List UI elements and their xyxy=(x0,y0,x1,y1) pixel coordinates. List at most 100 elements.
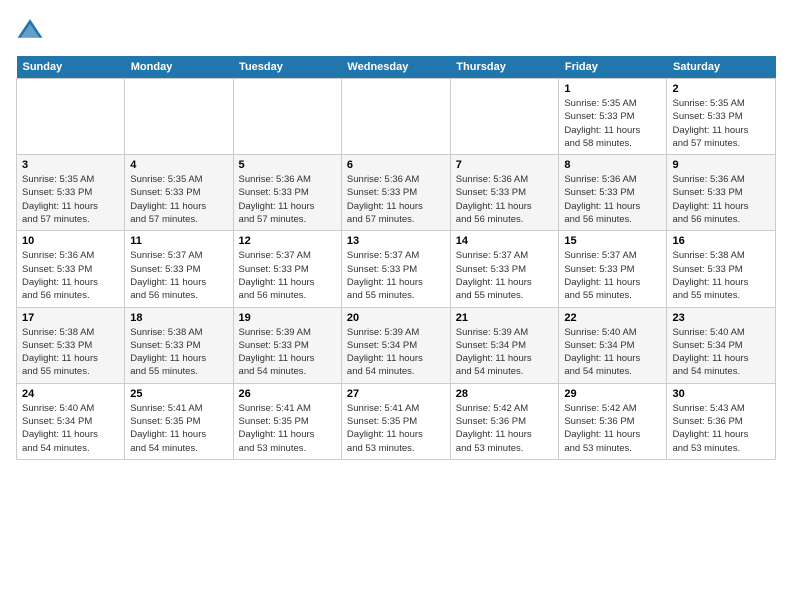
day-info: Sunrise: 5:37 AM Sunset: 5:33 PM Dayligh… xyxy=(347,249,445,302)
calendar-cell: 26 Sunrise: 5:41 AM Sunset: 5:35 PM Dayli… xyxy=(233,383,341,459)
calendar-cell: 2 Sunrise: 5:35 AM Sunset: 5:33 PM Daylig… xyxy=(667,79,776,155)
calendar-cell: 5 Sunrise: 5:36 AM Sunset: 5:33 PM Daylig… xyxy=(233,155,341,231)
calendar-week-row: 24Sunrise: 5:40 AM Sunset: 5:34 PM Dayli… xyxy=(17,383,776,459)
day-info: Sunrise: 5:37 AM Sunset: 5:33 PM Dayligh… xyxy=(130,249,227,302)
weekday-header-row: SundayMondayTuesdayWednesdayThursdayFrid… xyxy=(17,56,776,79)
calendar-cell xyxy=(341,79,450,155)
calendar-cell: 25 Sunrise: 5:41 AM Sunset: 5:35 PM Dayli… xyxy=(125,383,233,459)
calendar-cell: 8 Sunrise: 5:36 AM Sunset: 5:33 PM Daylig… xyxy=(559,155,667,231)
day-number: 7 xyxy=(456,159,554,171)
calendar-cell: 3 Sunrise: 5:35 AM Sunset: 5:33 PM Daylig… xyxy=(17,155,125,231)
day-number: 22 xyxy=(564,312,661,324)
day-number: 17 xyxy=(22,312,119,324)
day-number: 19 xyxy=(239,312,336,324)
weekday-header-tuesday: Tuesday xyxy=(233,56,341,79)
calendar-week-row: 17 Sunrise: 5:38 AM Sunset: 5:33 PM Dayli… xyxy=(17,307,776,383)
day-info: Sunrise: 5:39 AM Sunset: 5:33 PM Dayligh… xyxy=(239,326,336,379)
day-info: Sunrise: 5:41 AM Sunset: 5:35 PM Dayligh… xyxy=(239,402,336,455)
calendar-cell: 19 Sunrise: 5:39 AM Sunset: 5:33 PM Dayli… xyxy=(233,307,341,383)
weekday-header-saturday: Saturday xyxy=(667,56,776,79)
calendar-cell: 4 Sunrise: 5:35 AM Sunset: 5:33 PM Daylig… xyxy=(125,155,233,231)
day-info: Sunrise: 5:37 AM Sunset: 5:33 PM Dayligh… xyxy=(456,249,554,302)
day-number: 3 xyxy=(22,159,119,171)
day-info: Sunrise: 5:35 AM Sunset: 5:33 PM Dayligh… xyxy=(130,173,227,226)
calendar-cell: 17 Sunrise: 5:38 AM Sunset: 5:33 PM Dayli… xyxy=(17,307,125,383)
day-info: Sunrise: 5:39 AM Sunset: 5:34 PM Dayligh… xyxy=(456,326,554,379)
day-number: 10 xyxy=(22,235,119,247)
day-info: Sunrise: 5:39 AM Sunset: 5:34 PM Dayligh… xyxy=(347,326,445,379)
day-info: Sunrise: 5:37 AM Sunset: 5:33 PM Dayligh… xyxy=(564,249,661,302)
calendar-cell: 29 Sunrise: 5:42 AM Sunset: 5:36 PM Dayli… xyxy=(559,383,667,459)
calendar-cell: 30 Sunrise: 5:43 AM Sunset: 5:36 PM Dayli… xyxy=(667,383,776,459)
day-info: Sunrise: 5:36 AM Sunset: 5:33 PM Dayligh… xyxy=(239,173,336,226)
day-number: 21 xyxy=(456,312,554,324)
calendar-cell xyxy=(233,79,341,155)
day-info: Sunrise: 5:38 AM Sunset: 5:33 PM Dayligh… xyxy=(672,249,770,302)
day-info: Sunrise: 5:40 AM Sunset: 5:34 PM Dayligh… xyxy=(22,402,119,455)
day-number: 12 xyxy=(239,235,336,247)
day-info: Sunrise: 5:36 AM Sunset: 5:33 PM Dayligh… xyxy=(347,173,445,226)
calendar-cell: 1 Sunrise: 5:35 AM Sunset: 5:33 PM Daylig… xyxy=(559,79,667,155)
calendar-cell: 20 Sunrise: 5:39 AM Sunset: 5:34 PM Dayli… xyxy=(341,307,450,383)
calendar-cell: 18 Sunrise: 5:38 AM Sunset: 5:33 PM Dayli… xyxy=(125,307,233,383)
weekday-header-sunday: Sunday xyxy=(17,56,125,79)
calendar-cell: 24Sunrise: 5:40 AM Sunset: 5:34 PM Dayli… xyxy=(17,383,125,459)
calendar-cell: 9Sunrise: 5:36 AM Sunset: 5:33 PM Daylig… xyxy=(667,155,776,231)
day-number: 23 xyxy=(672,312,770,324)
day-info: Sunrise: 5:36 AM Sunset: 5:33 PM Dayligh… xyxy=(456,173,554,226)
day-number: 4 xyxy=(130,159,227,171)
weekday-header-monday: Monday xyxy=(125,56,233,79)
calendar-week-row: 10 Sunrise: 5:36 AM Sunset: 5:33 PM Dayli… xyxy=(17,231,776,307)
calendar-cell xyxy=(450,79,559,155)
day-number: 2 xyxy=(672,83,770,95)
day-info: Sunrise: 5:40 AM Sunset: 5:34 PM Dayligh… xyxy=(564,326,661,379)
calendar-cell: 15 Sunrise: 5:37 AM Sunset: 5:33 PM Dayli… xyxy=(559,231,667,307)
calendar-cell: 14 Sunrise: 5:37 AM Sunset: 5:33 PM Dayli… xyxy=(450,231,559,307)
day-number: 27 xyxy=(347,388,445,400)
calendar-week-row: 3 Sunrise: 5:35 AM Sunset: 5:33 PM Daylig… xyxy=(17,155,776,231)
day-number: 26 xyxy=(239,388,336,400)
day-info: Sunrise: 5:38 AM Sunset: 5:33 PM Dayligh… xyxy=(130,326,227,379)
calendar-table: SundayMondayTuesdayWednesdayThursdayFrid… xyxy=(16,56,776,460)
day-number: 13 xyxy=(347,235,445,247)
day-info: Sunrise: 5:42 AM Sunset: 5:36 PM Dayligh… xyxy=(456,402,554,455)
day-info: Sunrise: 5:43 AM Sunset: 5:36 PM Dayligh… xyxy=(672,402,770,455)
day-number: 29 xyxy=(564,388,661,400)
calendar-cell: 21 Sunrise: 5:39 AM Sunset: 5:34 PM Dayli… xyxy=(450,307,559,383)
day-info: Sunrise: 5:36 AM Sunset: 5:33 PM Dayligh… xyxy=(564,173,661,226)
day-info: Sunrise: 5:41 AM Sunset: 5:35 PM Dayligh… xyxy=(130,402,227,455)
day-info: Sunrise: 5:36 AM Sunset: 5:33 PM Dayligh… xyxy=(22,249,119,302)
day-info: Sunrise: 5:40 AM Sunset: 5:34 PM Dayligh… xyxy=(672,326,770,379)
day-number: 8 xyxy=(564,159,661,171)
day-number: 25 xyxy=(130,388,227,400)
calendar-cell: 12 Sunrise: 5:37 AM Sunset: 5:33 PM Dayli… xyxy=(233,231,341,307)
day-info: Sunrise: 5:41 AM Sunset: 5:35 PM Dayligh… xyxy=(347,402,445,455)
day-info: Sunrise: 5:36 AM Sunset: 5:33 PM Dayligh… xyxy=(672,173,770,226)
calendar-cell xyxy=(17,79,125,155)
calendar-cell: 7 Sunrise: 5:36 AM Sunset: 5:33 PM Daylig… xyxy=(450,155,559,231)
page-header xyxy=(16,16,776,44)
calendar-cell: 27 Sunrise: 5:41 AM Sunset: 5:35 PM Dayli… xyxy=(341,383,450,459)
calendar-cell: 28 Sunrise: 5:42 AM Sunset: 5:36 PM Dayli… xyxy=(450,383,559,459)
day-number: 5 xyxy=(239,159,336,171)
weekday-header-wednesday: Wednesday xyxy=(341,56,450,79)
day-number: 16 xyxy=(672,235,770,247)
calendar-cell: 16 Sunrise: 5:38 AM Sunset: 5:33 PM Dayli… xyxy=(667,231,776,307)
day-number: 15 xyxy=(564,235,661,247)
day-number: 30 xyxy=(672,388,770,400)
day-info: Sunrise: 5:37 AM Sunset: 5:33 PM Dayligh… xyxy=(239,249,336,302)
day-info: Sunrise: 5:38 AM Sunset: 5:33 PM Dayligh… xyxy=(22,326,119,379)
calendar-cell xyxy=(125,79,233,155)
day-number: 14 xyxy=(456,235,554,247)
day-number: 1 xyxy=(564,83,661,95)
day-info: Sunrise: 5:35 AM Sunset: 5:33 PM Dayligh… xyxy=(672,97,770,150)
day-number: 18 xyxy=(130,312,227,324)
day-info: Sunrise: 5:35 AM Sunset: 5:33 PM Dayligh… xyxy=(22,173,119,226)
day-number: 20 xyxy=(347,312,445,324)
day-info: Sunrise: 5:35 AM Sunset: 5:33 PM Dayligh… xyxy=(564,97,661,150)
day-number: 28 xyxy=(456,388,554,400)
calendar-cell: 6Sunrise: 5:36 AM Sunset: 5:33 PM Daylig… xyxy=(341,155,450,231)
day-number: 11 xyxy=(130,235,227,247)
calendar-cell: 22 Sunrise: 5:40 AM Sunset: 5:34 PM Dayli… xyxy=(559,307,667,383)
day-info: Sunrise: 5:42 AM Sunset: 5:36 PM Dayligh… xyxy=(564,402,661,455)
